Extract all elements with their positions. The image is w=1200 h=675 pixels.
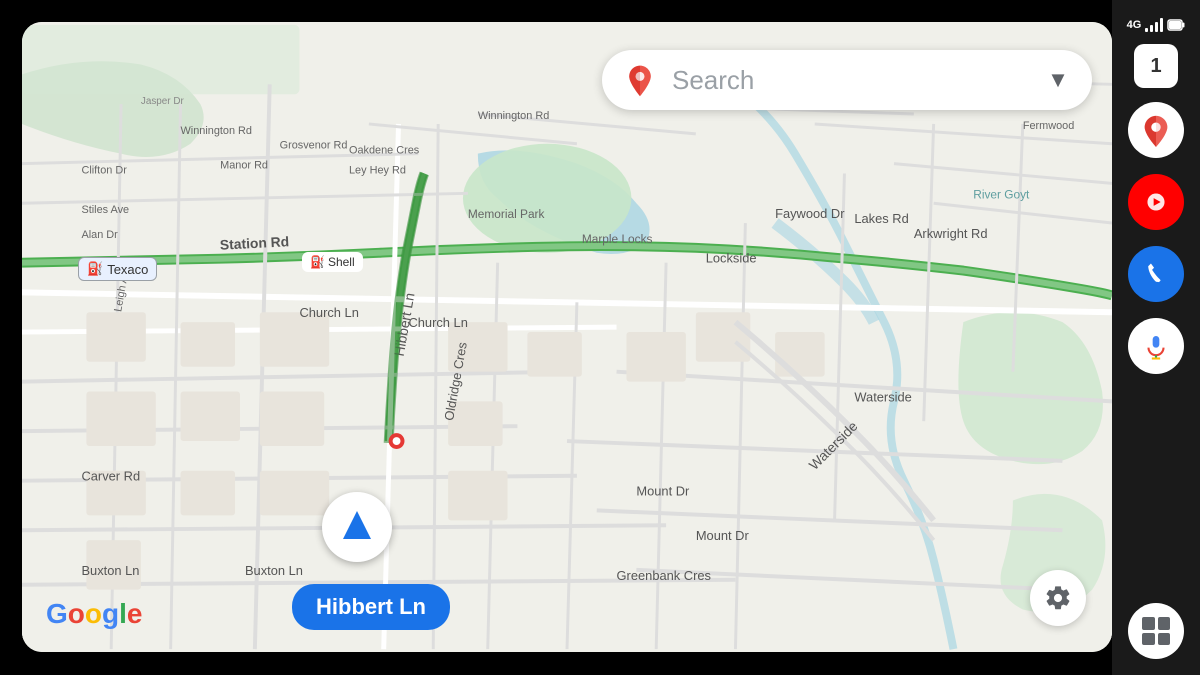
svg-text:Lakes Rd: Lakes Rd: [854, 211, 908, 226]
svg-text:Winnington Rd: Winnington Rd: [478, 110, 549, 122]
grid-icon: [1142, 617, 1170, 645]
svg-text:Carver Rd: Carver Rd: [81, 469, 140, 484]
search-placeholder: Search: [672, 65, 1044, 96]
maps-logo-icon: [622, 62, 658, 98]
settings-button[interactable]: [1030, 570, 1086, 626]
svg-text:Greenbank Cres: Greenbank Cres: [617, 568, 711, 583]
navigation-arrow[interactable]: [322, 492, 392, 562]
svg-text:Clifton Dr: Clifton Dr: [81, 165, 127, 177]
map-svg: Station Rd Church Ln Church Ln Leigh Ave…: [22, 22, 1112, 652]
svg-text:Lockside: Lockside: [706, 251, 757, 266]
maps-app-icon[interactable]: [1128, 102, 1184, 158]
svg-text:Mount Dr: Mount Dr: [696, 528, 750, 543]
notification-badge[interactable]: 1: [1134, 44, 1178, 88]
svg-text:River Goyt: River Goyt: [973, 187, 1030, 201]
svg-text:Alan Dr: Alan Dr: [81, 229, 118, 241]
direction-triangle: [343, 511, 371, 539]
map-area[interactable]: Station Rd Church Ln Church Ln Leigh Ave…: [22, 22, 1112, 652]
status-bar: 4G: [1112, 10, 1200, 36]
svg-text:Stiles Ave: Stiles Ave: [81, 204, 129, 216]
shell-label-text: Shell: [328, 255, 355, 269]
battery-icon: [1167, 18, 1185, 32]
grid-app-icon[interactable]: [1128, 603, 1184, 659]
svg-text:Arkwright Rd: Arkwright Rd: [914, 226, 988, 241]
youtube-app-icon[interactable]: [1128, 174, 1184, 230]
svg-text:Buxton Ln: Buxton Ln: [245, 563, 303, 578]
search-chevron-icon[interactable]: ▼: [1044, 66, 1072, 94]
map-screen: Station Rd Church Ln Church Ln Leigh Ave…: [22, 22, 1112, 652]
phone-app-icon[interactable]: [1128, 246, 1184, 302]
svg-text:Church Ln: Church Ln: [408, 315, 467, 330]
svg-text:Waterside: Waterside: [854, 389, 911, 404]
svg-text:Church Ln: Church Ln: [299, 305, 358, 320]
assistant-app-icon[interactable]: [1128, 318, 1184, 374]
signal-bars-icon: [1145, 18, 1163, 32]
svg-text:Fermwood: Fermwood: [1023, 120, 1074, 132]
svg-text:Grosvenor Rd: Grosvenor Rd: [280, 140, 348, 152]
current-street-label[interactable]: Hibbert Ln: [292, 584, 450, 630]
svg-text:Memorial Park: Memorial Park: [468, 207, 545, 221]
svg-text:Jasper Dr: Jasper Dr: [141, 96, 185, 107]
svg-text:Manor Rd: Manor Rd: [220, 160, 268, 172]
street-name: Hibbert Ln: [316, 594, 426, 620]
texaco-label-text: Texaco: [107, 262, 148, 277]
google-logo: Google: [46, 598, 142, 630]
svg-text:Faywood Dr: Faywood Dr: [775, 206, 845, 221]
svg-text:Marple Locks: Marple Locks: [582, 232, 653, 246]
texaco-poi[interactable]: ⛽ Texaco: [78, 257, 157, 281]
notification-count: 1: [1150, 55, 1161, 78]
network-type: 4G: [1127, 19, 1142, 31]
svg-text:Ley Hey Rd: Ley Hey Rd: [349, 165, 406, 177]
svg-text:Oakdene Cres: Oakdene Cres: [349, 145, 420, 157]
shell-poi[interactable]: ⛽ Shell: [302, 252, 363, 272]
svg-text:Winnington Rd: Winnington Rd: [181, 125, 252, 137]
svg-text:Buxton Ln: Buxton Ln: [81, 563, 139, 578]
svg-text:Mount Dr: Mount Dr: [636, 484, 690, 499]
right-sidebar: 4G 1: [1112, 0, 1200, 675]
search-bar[interactable]: Search ▼: [602, 50, 1092, 110]
